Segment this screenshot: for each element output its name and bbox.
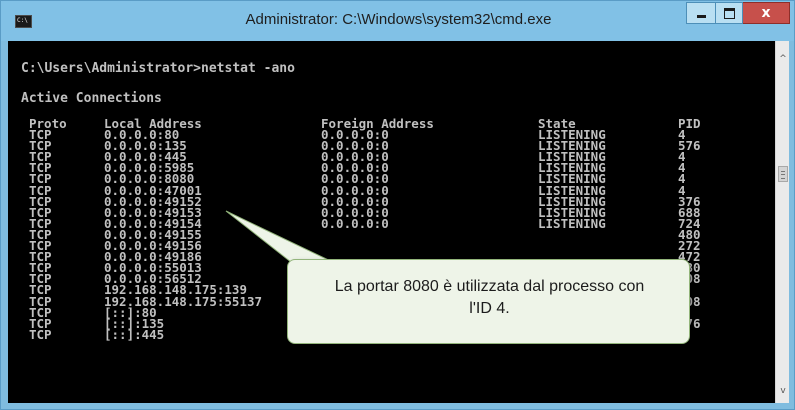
callout-pointer-join [297,261,340,262]
